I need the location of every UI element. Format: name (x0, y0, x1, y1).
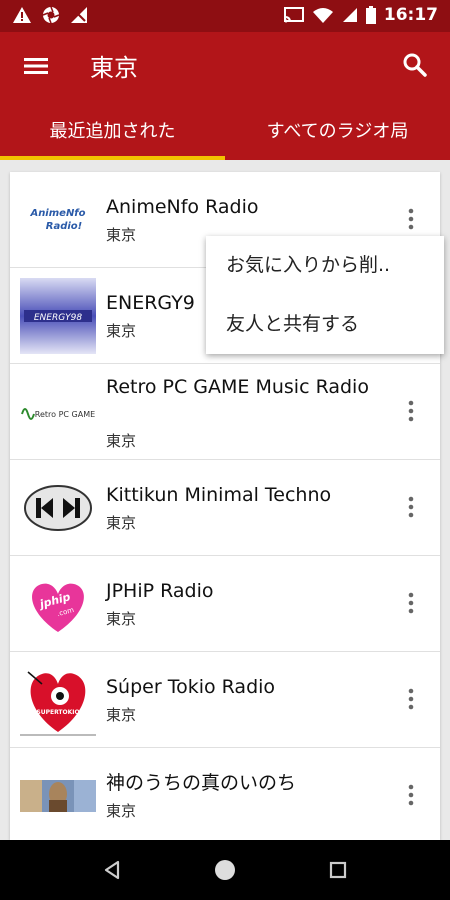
station-name: Retro PC GAME Music Radio (106, 376, 369, 398)
remove-from-favorites-item[interactable]: お気に入りから削.. (206, 236, 444, 295)
more-vert-icon[interactable] (404, 397, 418, 425)
station-name: JPHiP Radio (106, 580, 214, 602)
station-city: 東京 (106, 706, 137, 724)
list-item[interactable]: Kittikun Minimal Techno 東京 (10, 460, 440, 556)
station-name: Kittikun Minimal Techno (106, 484, 332, 506)
svg-text:Retro PC GAME: Retro PC GAME (35, 410, 95, 419)
share-with-friends-item[interactable]: 友人と共有する (206, 295, 444, 354)
station-city: 東京 (106, 322, 137, 340)
station-logo: SUPERTOKIO (20, 662, 96, 738)
tab-all-stations[interactable]: すべてのラジオ局 (225, 108, 450, 160)
station-city: 東京 (106, 610, 137, 628)
more-vert-icon[interactable] (404, 781, 418, 809)
aperture-icon (42, 6, 60, 24)
more-vert-icon[interactable] (404, 589, 418, 617)
station-logo: jphip .com (20, 566, 96, 642)
recents-icon[interactable] (329, 861, 347, 879)
station-name: AnimeNfo Radio (106, 196, 259, 218)
station-logo (20, 758, 96, 834)
page-title: 東京 (90, 54, 138, 82)
status-time: 16:17 (383, 5, 438, 25)
signal-icon (342, 8, 357, 22)
list-item[interactable]: Retro PC GAME Retro PC GAME Music Radio … (10, 364, 440, 460)
no-signal-icon (71, 7, 87, 23)
overflow-popup-menu: お気に入りから削.. 友人と共有する (206, 236, 444, 354)
list-item[interactable]: jphip .com JPHiP Radio 東京 (10, 556, 440, 652)
list-item[interactable]: 神のうちの真のいのち 東京 (10, 748, 440, 840)
station-name: 神のうちの真のいのち (106, 772, 297, 794)
more-vert-icon[interactable] (404, 493, 418, 521)
station-city: 東京 (106, 432, 137, 450)
home-icon[interactable] (214, 859, 236, 881)
svg-text:AnimeNfo: AnimeNfo (29, 208, 85, 219)
station-city: 東京 (106, 802, 137, 820)
station-logo: ENERGY98 (20, 278, 96, 354)
wifi-icon (312, 8, 333, 23)
cast-icon (283, 7, 304, 23)
svg-text:ENERGY98: ENERGY98 (34, 313, 83, 323)
back-icon[interactable] (103, 860, 121, 880)
station-city: 東京 (106, 226, 137, 244)
more-vert-icon[interactable] (404, 205, 418, 233)
svg-text:Radio!: Radio! (46, 221, 82, 232)
tab-recently-added[interactable]: 最近追加された (0, 108, 225, 160)
app-bar: 東京 最近追加された すべてのラジオ局 (0, 32, 450, 160)
menu-icon[interactable] (22, 52, 50, 80)
station-name: Súper Tokio Radio (106, 676, 276, 698)
more-vert-icon[interactable] (404, 685, 418, 713)
svg-text:SUPERTOKIO: SUPERTOKIO (36, 709, 79, 716)
station-logo: Retro PC GAME (20, 374, 96, 450)
station-city: 東京 (106, 514, 137, 532)
navigation-bar (0, 840, 450, 900)
list-item[interactable]: SUPERTOKIO Súper Tokio Radio 東京 (10, 652, 440, 748)
station-logo: AnimeNfo Radio! (20, 182, 96, 258)
search-icon[interactable] (402, 52, 428, 78)
status-bar: 16:17 (0, 0, 450, 32)
warning-icon (13, 7, 31, 23)
battery-icon (365, 6, 376, 24)
station-logo (20, 470, 96, 546)
tab-bar: 最近追加された すべてのラジオ局 (0, 108, 450, 160)
